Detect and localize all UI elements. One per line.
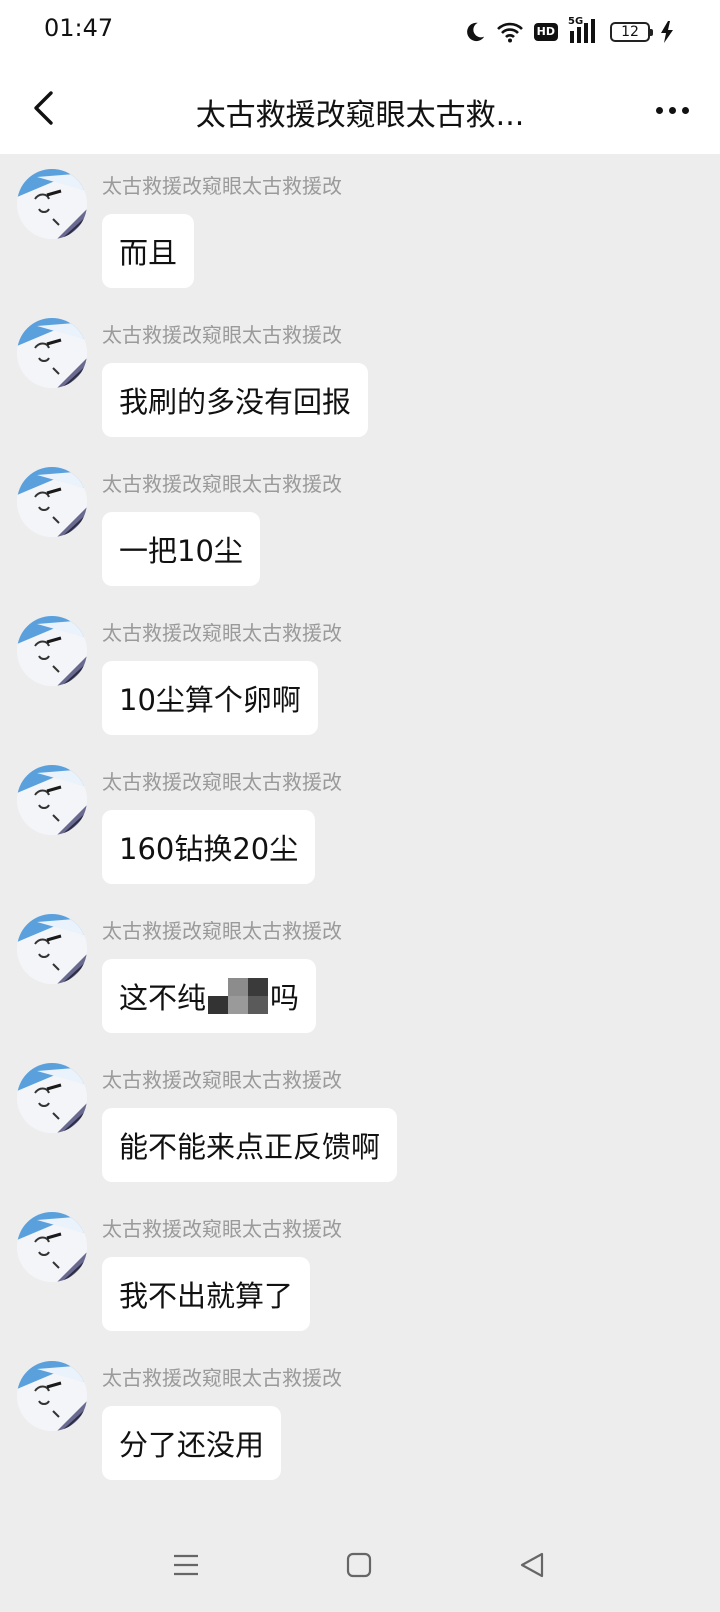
status-icons: HD 5G 12 bbox=[464, 16, 674, 48]
sender-name: 太古救援改窥眼太古救援改 bbox=[102, 770, 342, 794]
more-options-button[interactable] bbox=[644, 86, 700, 134]
avatar[interactable] bbox=[17, 1063, 87, 1133]
status-bar: 01:47 HD 5G 12 bbox=[0, 0, 720, 64]
chat-message: 太古救援改窥眼太古救援改 能不能来点正反馈啊 bbox=[0, 1048, 720, 1201]
chat-message: 太古救援改窥眼太古救援改 这不纯 吗 bbox=[0, 899, 720, 1052]
avatar[interactable] bbox=[17, 914, 87, 984]
sender-name: 太古救援改窥眼太古救援改 bbox=[102, 1366, 342, 1390]
pixelated-redaction bbox=[208, 978, 269, 1014]
more-horizontal-icon-dot bbox=[668, 106, 676, 114]
avatar[interactable] bbox=[17, 318, 87, 388]
sender-name: 太古救援改窥眼太古救援改 bbox=[102, 323, 342, 347]
chat-message: 太古救援改窥眼太古救援改 160钻换20尘 bbox=[0, 750, 720, 903]
chat-message: 太古救援改窥眼太古救援改 我不出就算了 bbox=[0, 1197, 720, 1350]
message-text-after: 吗 bbox=[270, 981, 300, 1015]
sender-name: 太古救援改窥眼太古救援改 bbox=[102, 1217, 342, 1241]
charging-icon bbox=[660, 21, 674, 43]
sender-name: 太古救援改窥眼太古救援改 bbox=[102, 174, 342, 198]
message-text-before: 这不纯 bbox=[119, 981, 207, 1015]
sender-name: 太古救援改窥眼太古救援改 bbox=[102, 1068, 342, 1092]
back-button[interactable] bbox=[20, 86, 68, 134]
battery-level: 12 bbox=[621, 24, 639, 40]
sender-name: 太古救援改窥眼太古救援改 bbox=[102, 472, 342, 496]
system-nav-bar bbox=[0, 1519, 720, 1612]
avatar[interactable] bbox=[17, 1361, 87, 1431]
chat-title: 太古救援改窥眼太古救... bbox=[195, 98, 525, 133]
chat-header: 太古救援改窥眼太古救... bbox=[0, 64, 720, 154]
menu-icon bbox=[172, 1553, 200, 1581]
message-bubble[interactable]: 一把10尘 bbox=[102, 512, 260, 586]
chat-message-list[interactable]: 太古救援改窥眼太古救援改 而且 太古救援改窥眼太古救援改 我刷的多没有回报 太古… bbox=[0, 154, 720, 1519]
chat-message: 太古救援改窥眼太古救援改 一把10尘 bbox=[0, 452, 720, 605]
avatar[interactable] bbox=[17, 467, 87, 537]
wifi-icon bbox=[496, 21, 524, 43]
message-bubble[interactable]: 能不能来点正反馈啊 bbox=[102, 1108, 398, 1182]
home-button[interactable] bbox=[335, 1543, 383, 1591]
back-triangle-icon bbox=[519, 1551, 545, 1583]
avatar[interactable] bbox=[17, 765, 87, 835]
more-horizontal-icon-dot bbox=[681, 106, 689, 114]
message-bubble[interactable]: 160钻换20尘 bbox=[102, 810, 316, 884]
avatar[interactable] bbox=[17, 169, 87, 239]
battery-icon: 12 bbox=[610, 22, 653, 42]
message-bubble[interactable]: 分了还没用 bbox=[102, 1406, 282, 1480]
home-square-icon bbox=[346, 1552, 372, 1582]
sender-name: 太古救援改窥眼太古救援改 bbox=[102, 919, 342, 943]
chat-message: 太古救援改窥眼太古救援改 10尘算个卵啊 bbox=[0, 601, 720, 754]
signal-icon: 5G bbox=[568, 17, 600, 45]
chat-message: 太古救援改窥眼太古救援改 我刷的多没有回报 bbox=[0, 303, 720, 456]
avatar[interactable] bbox=[17, 616, 87, 686]
hd-icon: HD bbox=[533, 23, 558, 41]
status-time: 01:47 bbox=[44, 14, 114, 42]
message-bubble[interactable]: 我不出就算了 bbox=[102, 1257, 311, 1331]
chat-message: 太古救援改窥眼太古救援改 分了还没用 bbox=[0, 1346, 720, 1499]
message-bubble[interactable]: 我刷的多没有回报 bbox=[102, 363, 369, 437]
chevron-left-icon bbox=[31, 90, 57, 130]
more-horizontal-icon-dot bbox=[655, 106, 663, 114]
back-nav-button[interactable] bbox=[508, 1543, 556, 1591]
sender-name: 太古救援改窥眼太古救援改 bbox=[102, 621, 342, 645]
message-bubble[interactable]: 10尘算个卵啊 bbox=[102, 661, 318, 735]
message-bubble[interactable]: 这不纯 吗 bbox=[102, 959, 317, 1033]
avatar[interactable] bbox=[17, 1212, 87, 1282]
chat-message: 太古救援改窥眼太古救援改 而且 bbox=[0, 154, 720, 307]
message-bubble[interactable]: 而且 bbox=[102, 214, 195, 288]
moon-icon bbox=[464, 21, 486, 43]
recent-apps-button[interactable] bbox=[162, 1543, 210, 1591]
